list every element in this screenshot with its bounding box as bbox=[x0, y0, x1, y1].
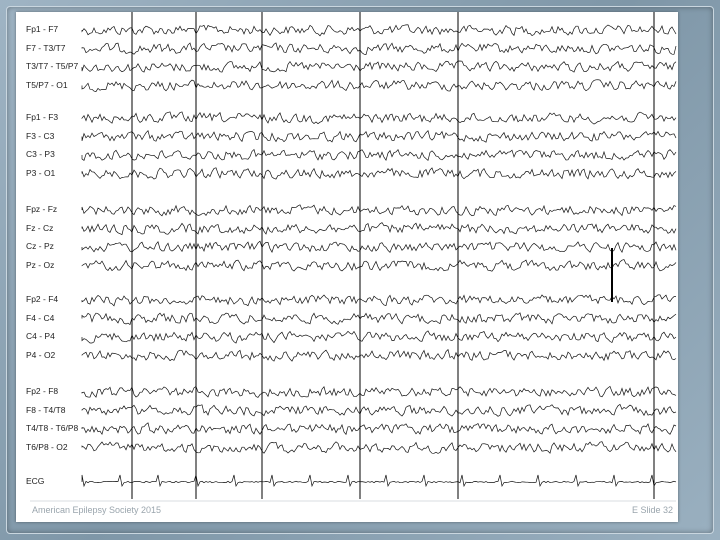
channel-label: F3 - C3 bbox=[26, 130, 55, 141]
channel-label: Fpz - Fz bbox=[26, 204, 58, 214]
eeg-slide: Fp1 - F7 F7 - T3/T7 T3/T7 - T5/P7 T5/P7 - O… bbox=[16, 12, 678, 522]
eeg-trace-cz-pz bbox=[81, 240, 677, 254]
eeg-trace-fp1-f3 bbox=[81, 111, 677, 125]
slide-number: E Slide 32 bbox=[632, 505, 674, 515]
eeg-trace-p4-o2 bbox=[81, 348, 677, 362]
channel-label: Fp1 - F3 bbox=[26, 112, 59, 122]
channel-label: C3 - P3 bbox=[26, 149, 55, 159]
eeg-trace-t3-t7-t5-p7 bbox=[81, 60, 677, 73]
channel-label: ECG bbox=[26, 476, 45, 486]
eeg-trace-t4-t8-t6-p8 bbox=[81, 422, 677, 436]
eeg-trace-c4-p4 bbox=[81, 330, 677, 344]
channel-label: F4 - C4 bbox=[26, 312, 55, 323]
channel-label: T3/T7 - T5/P7 bbox=[26, 61, 79, 71]
eeg-trace-fp2-f4 bbox=[81, 294, 677, 307]
channel-label: F8 - T4/T8 bbox=[26, 404, 66, 415]
eeg-trace-c3-p3 bbox=[81, 148, 677, 162]
channel-label: C4 - P4 bbox=[26, 331, 55, 341]
eeg-trace-p3-o1 bbox=[81, 167, 677, 180]
channel-label: Fp2 - F8 bbox=[26, 386, 59, 396]
eeg-trace-f4-c4 bbox=[81, 312, 677, 326]
channel-label: Fp1 - F7 bbox=[26, 24, 59, 34]
eeg-trace-f7-t3-t7 bbox=[81, 42, 677, 56]
channel-label: T5/P7 - O1 bbox=[26, 79, 68, 90]
channel-label: T4/T8 - T6/P8 bbox=[26, 423, 79, 433]
channel-label: Pz - Oz bbox=[26, 259, 55, 270]
eeg-trace-t5-p7-o1 bbox=[81, 79, 677, 93]
channel-label: Fp2 - F4 bbox=[26, 294, 59, 304]
eeg-trace-fpz-fz bbox=[81, 204, 677, 217]
eeg-trace-f8-t4-t8 bbox=[81, 403, 677, 417]
eeg-tracing bbox=[30, 12, 677, 502]
channel-label: P4 - O2 bbox=[26, 349, 56, 360]
channel-label: Cz - Pz bbox=[26, 241, 54, 251]
eeg-trace-fp1-f7 bbox=[81, 24, 677, 37]
channel-label: T6/P8 - O2 bbox=[26, 441, 68, 452]
eeg-trace-fz-cz bbox=[81, 222, 677, 236]
eeg-trace-ecg bbox=[81, 474, 677, 488]
channel-label: F7 - T3/T7 bbox=[26, 42, 66, 53]
channel-label: Fz - Cz bbox=[26, 222, 54, 233]
channel-label: P3 - O1 bbox=[26, 167, 56, 178]
eeg-trace-pz-oz bbox=[81, 259, 677, 272]
eeg-trace-t6-p8-o2 bbox=[81, 441, 677, 454]
footer-credit: American Epilepsy Society 2015 bbox=[32, 505, 162, 515]
eeg-trace-fp2-f8 bbox=[81, 385, 677, 398]
eeg-trace-f3-c3 bbox=[81, 130, 677, 143]
